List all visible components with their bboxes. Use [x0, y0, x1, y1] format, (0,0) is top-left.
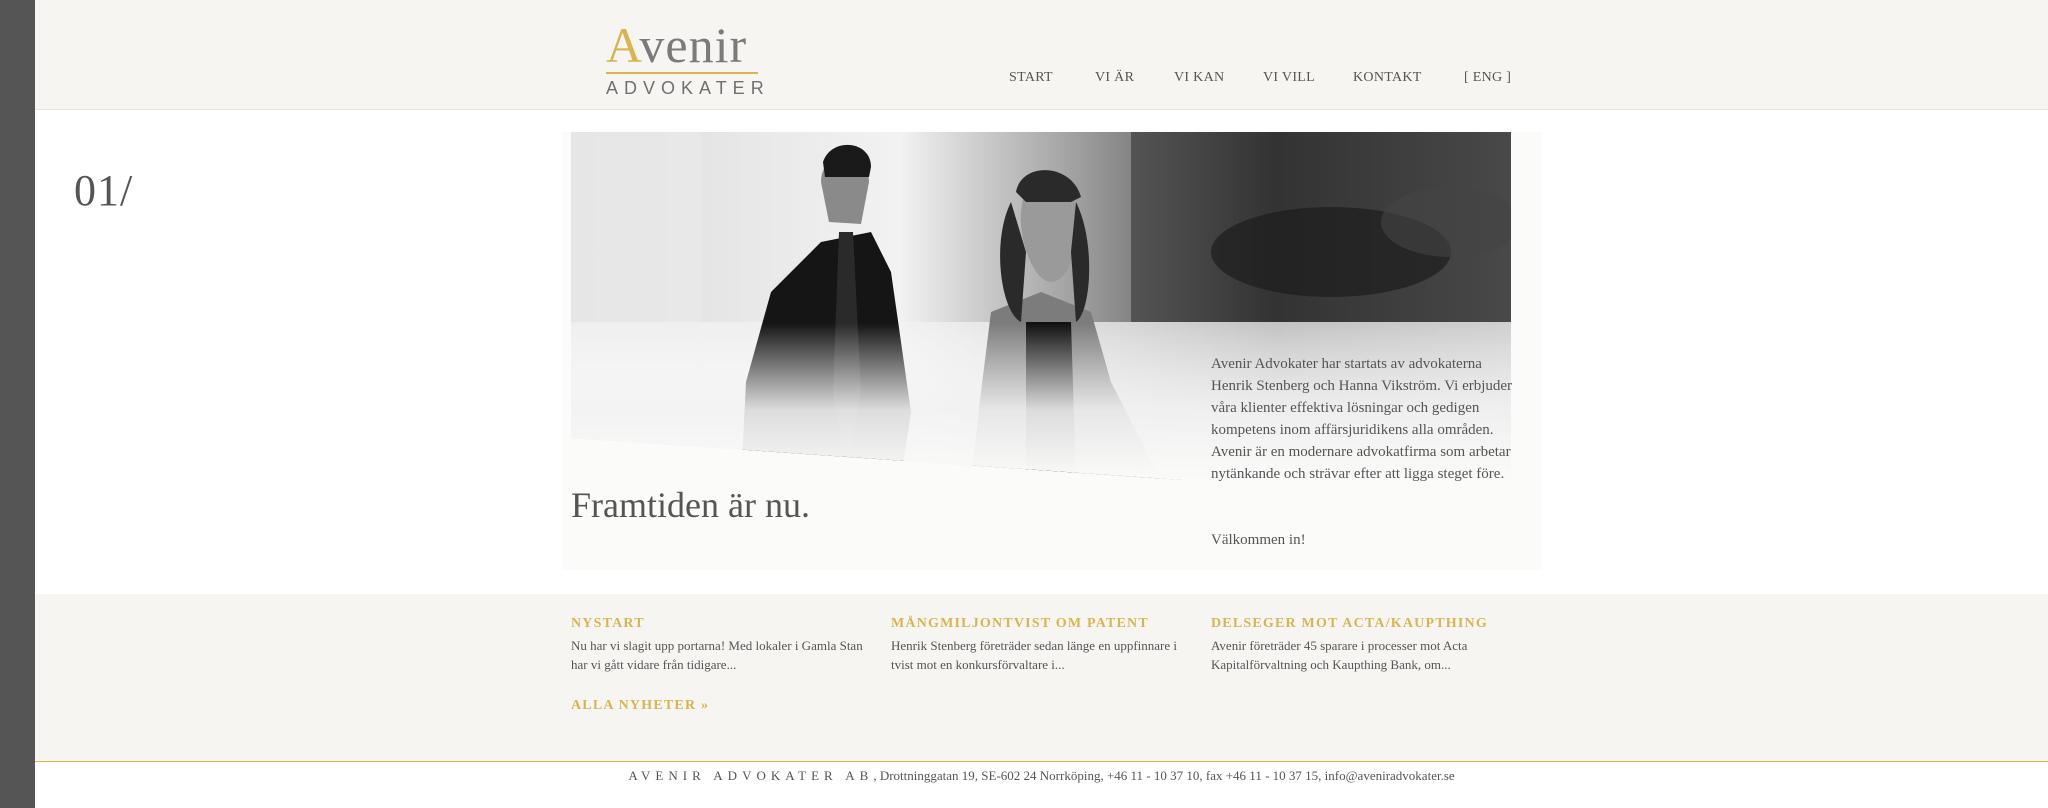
- nav-eng[interactable]: [ ENG ]: [1464, 70, 1511, 86]
- news-item: MÅNGMILJONTVIST OM PATENT Henrik Stenber…: [891, 616, 1196, 674]
- footer-divider: [35, 761, 2048, 762]
- news-title-link[interactable]: NYSTART: [571, 616, 876, 632]
- left-side-bar: [0, 0, 35, 808]
- all-news-link[interactable]: ALLA NYHETER »: [571, 698, 709, 714]
- logo-subtitle: ADVOKATER: [606, 78, 770, 98]
- hero-intro-text: Avenir Advokater har startats av advokat…: [1211, 356, 1513, 482]
- logo[interactable]: Avenir ADVOKATER: [606, 17, 770, 98]
- nav-vi-kan[interactable]: VI KAN: [1174, 70, 1224, 86]
- logo-wordmark: Avenir: [606, 17, 748, 73]
- nav-vi-ar[interactable]: VI ÄR: [1095, 70, 1134, 86]
- news-excerpt: Nu har vi slagit upp portarna! Med lokal…: [571, 638, 863, 672]
- site-header: Avenir ADVOKATER: [35, 0, 2048, 110]
- hero-welcome-text: Välkommen in!: [1211, 532, 1306, 548]
- nav-kontakt[interactable]: KONTAKT: [1353, 70, 1422, 86]
- nav-vi-vill[interactable]: VI VILL: [1263, 70, 1315, 86]
- news-item: DELSEGER MOT ACTA/KAUPTHING Avenir föret…: [1211, 616, 1516, 674]
- hero-title: Framtiden är nu.: [571, 485, 810, 525]
- footer-contact-details: , Drottninggatan 19, SE-602 24 Norrköpin…: [873, 768, 1455, 783]
- news-item: NYSTART Nu har vi slagit upp portarna! M…: [571, 616, 876, 674]
- page-number: 01/: [74, 166, 134, 215]
- footer-company: AVENIR ADVOKATER AB: [628, 768, 874, 783]
- news-excerpt: Avenir företräder 45 sparare i processer…: [1211, 638, 1468, 672]
- site-footer: AVENIR ADVOKATER AB, Drottninggatan 19, …: [0, 768, 2048, 784]
- news-title-link[interactable]: DELSEGER MOT ACTA/KAUPTHING: [1211, 616, 1516, 632]
- news-title-link[interactable]: MÅNGMILJONTVIST OM PATENT: [891, 616, 1196, 632]
- news-excerpt: Henrik Stenberg företräder sedan länge e…: [891, 638, 1178, 672]
- nav-start[interactable]: START: [1009, 70, 1053, 86]
